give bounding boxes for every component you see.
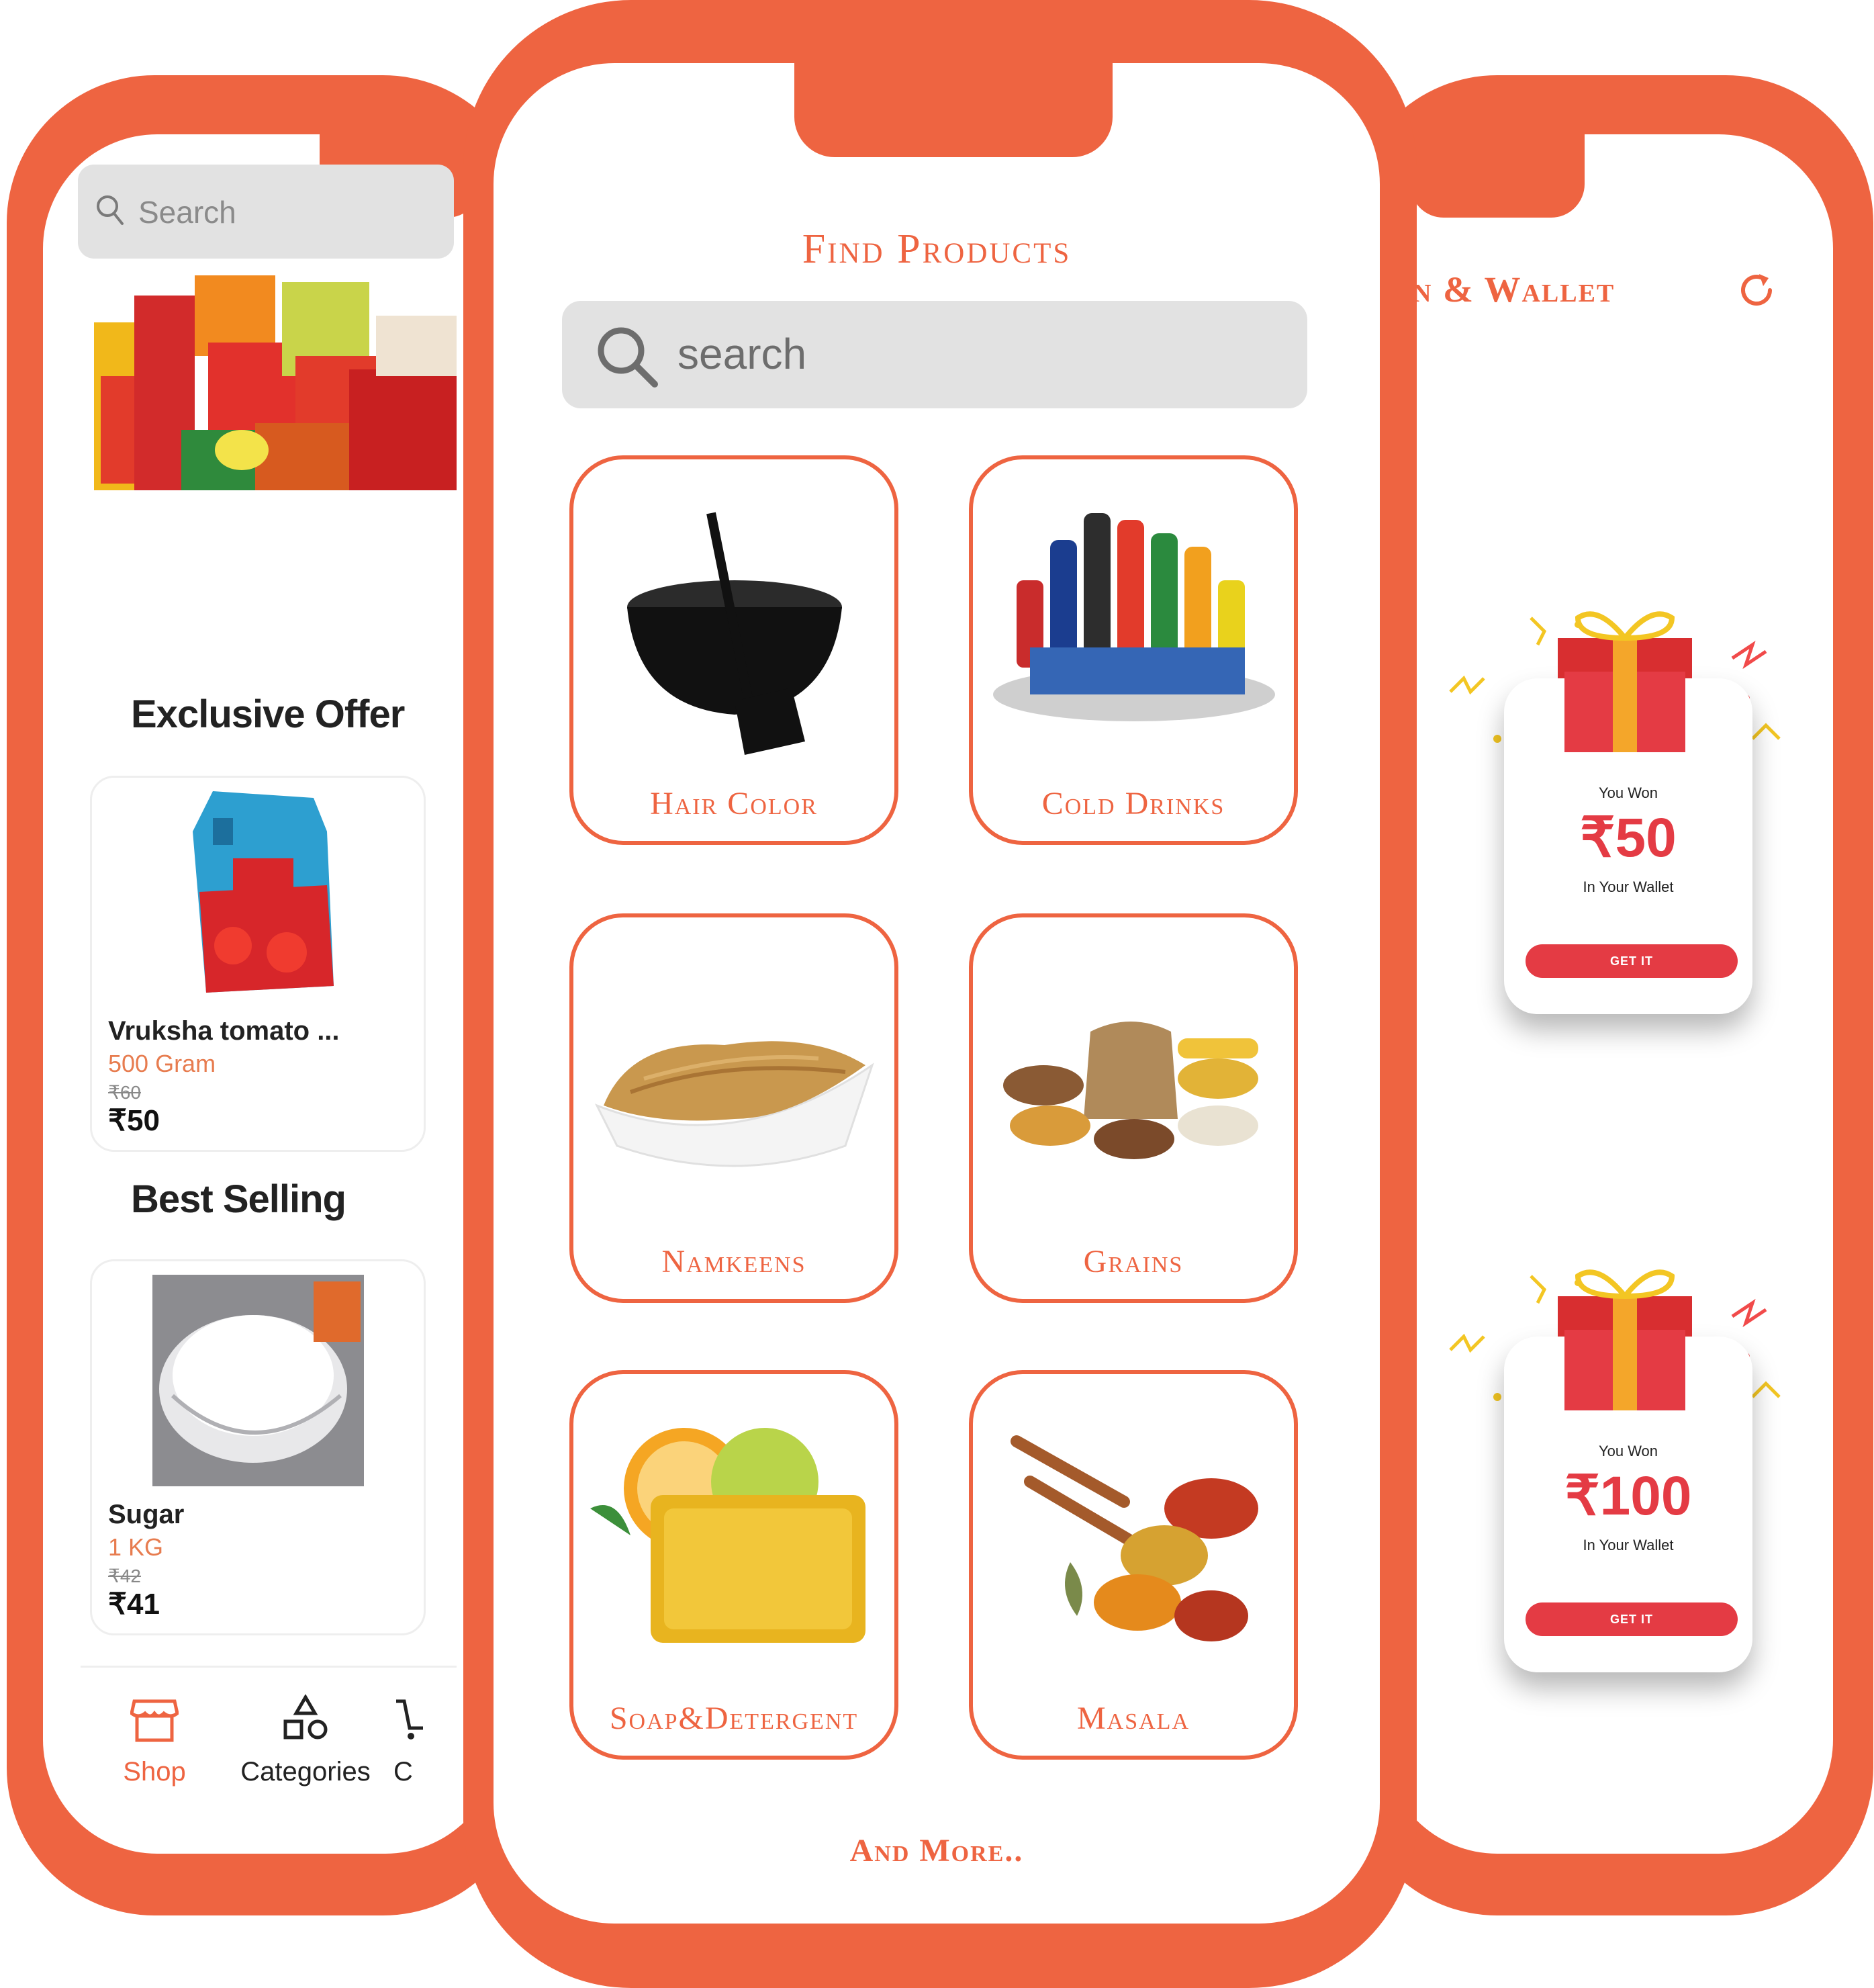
- product-quantity: 500 Gram: [108, 1050, 216, 1077]
- product-quantity: 1 KG: [108, 1533, 164, 1561]
- store-icon: [130, 1699, 179, 1742]
- bottom-tab-bar: Shop Categories C: [81, 1666, 457, 1800]
- search-placeholder: Search: [138, 195, 236, 230]
- get-it-button[interactable]: GET IT: [1526, 944, 1738, 978]
- product-name: Vruksha tomato ...: [108, 1016, 340, 1046]
- right-phone-notch: [1410, 134, 1585, 218]
- product-price: ₹41: [108, 1588, 160, 1621]
- cart-icon: [396, 1699, 423, 1740]
- hair-dye-bowl-icon: [627, 512, 842, 755]
- reward-card-50[interactable]: You Won ₹50 In Your Wallet GET IT: [1444, 604, 1793, 1034]
- and-more-link[interactable]: And More..: [494, 1832, 1380, 1869]
- category-grains[interactable]: Grains: [969, 913, 1298, 1303]
- search-placeholder: search: [677, 330, 807, 378]
- search-input[interactable]: search: [562, 301, 1307, 408]
- category-label: Soap&Detergent: [609, 1701, 859, 1736]
- grocery-banner-image: [94, 275, 457, 490]
- product-name: Sugar: [108, 1500, 185, 1529]
- product-old-price: ₹42: [108, 1566, 141, 1586]
- category-masala[interactable]: Masala: [969, 1370, 1298, 1760]
- spice-spoons-icon: [1011, 1435, 1258, 1641]
- tab-label: Categories: [240, 1757, 371, 1787]
- reward-amount: ₹50: [1580, 807, 1677, 868]
- search-icon: [97, 195, 124, 225]
- page-title: Find Products: [802, 226, 1072, 272]
- product-card-sugar[interactable]: Sugar 1 KG ₹42 ₹41: [90, 1259, 426, 1635]
- category-soap-detergent[interactable]: Soap&Detergent: [569, 1370, 898, 1760]
- category-label: Namkeens: [661, 1244, 806, 1279]
- reward-subtitle: In Your Wallet: [1583, 878, 1674, 895]
- product-price: ₹50: [108, 1104, 160, 1137]
- center-phone-notch: [794, 63, 1113, 157]
- best-selling-title: Best Selling: [131, 1177, 346, 1221]
- reward-won-label: You Won: [1598, 1443, 1658, 1459]
- page-title: n & Wallet: [1413, 269, 1615, 310]
- soap-bar-icon: [590, 1428, 865, 1643]
- tab-shop[interactable]: Shop: [81, 1695, 228, 1787]
- tab-label: C: [393, 1757, 413, 1787]
- category-namkeens[interactable]: Namkeens: [569, 913, 898, 1303]
- exclusive-offer-title: Exclusive Offer: [131, 692, 405, 736]
- shapes-icon: [283, 1694, 328, 1740]
- reward-amount: ₹100: [1564, 1465, 1692, 1527]
- product-old-price: ₹60: [108, 1082, 141, 1103]
- tab-label: Shop: [123, 1757, 186, 1787]
- tab-categories[interactable]: Categories: [228, 1694, 383, 1787]
- reward-card-100[interactable]: You Won ₹100 In Your Wallet GET IT: [1444, 1263, 1793, 1692]
- gift-box-icon: [1558, 1269, 1692, 1410]
- gift-box-icon: [1558, 611, 1692, 752]
- refresh-icon[interactable]: [1735, 269, 1778, 312]
- category-cold-drinks[interactable]: Cold Drinks: [969, 455, 1298, 845]
- category-label: Masala: [1076, 1701, 1190, 1736]
- category-label: Grains: [1083, 1244, 1184, 1279]
- sugar-bowl-image: [152, 1275, 364, 1486]
- reward-won-label: You Won: [1598, 784, 1658, 801]
- category-label: Hair Color: [650, 786, 818, 821]
- get-it-button[interactable]: GET IT: [1526, 1602, 1738, 1636]
- reward-subtitle: In Your Wallet: [1583, 1537, 1674, 1553]
- tab-cart[interactable]: C: [383, 1695, 457, 1787]
- category-label: Cold Drinks: [1041, 786, 1225, 821]
- grains-sack-icon: [1003, 1022, 1258, 1159]
- category-hair-color[interactable]: Hair Color: [569, 455, 898, 845]
- search-input[interactable]: Search: [78, 165, 454, 259]
- ketchup-pouch-image: [193, 791, 334, 993]
- soft-drinks-icon: [993, 513, 1275, 721]
- search-icon: [598, 327, 658, 388]
- product-card-tomato-ketchup[interactable]: Vruksha tomato ... 500 Gram ₹60 ₹50: [90, 776, 426, 1152]
- namkeen-snack-icon: [594, 1041, 874, 1167]
